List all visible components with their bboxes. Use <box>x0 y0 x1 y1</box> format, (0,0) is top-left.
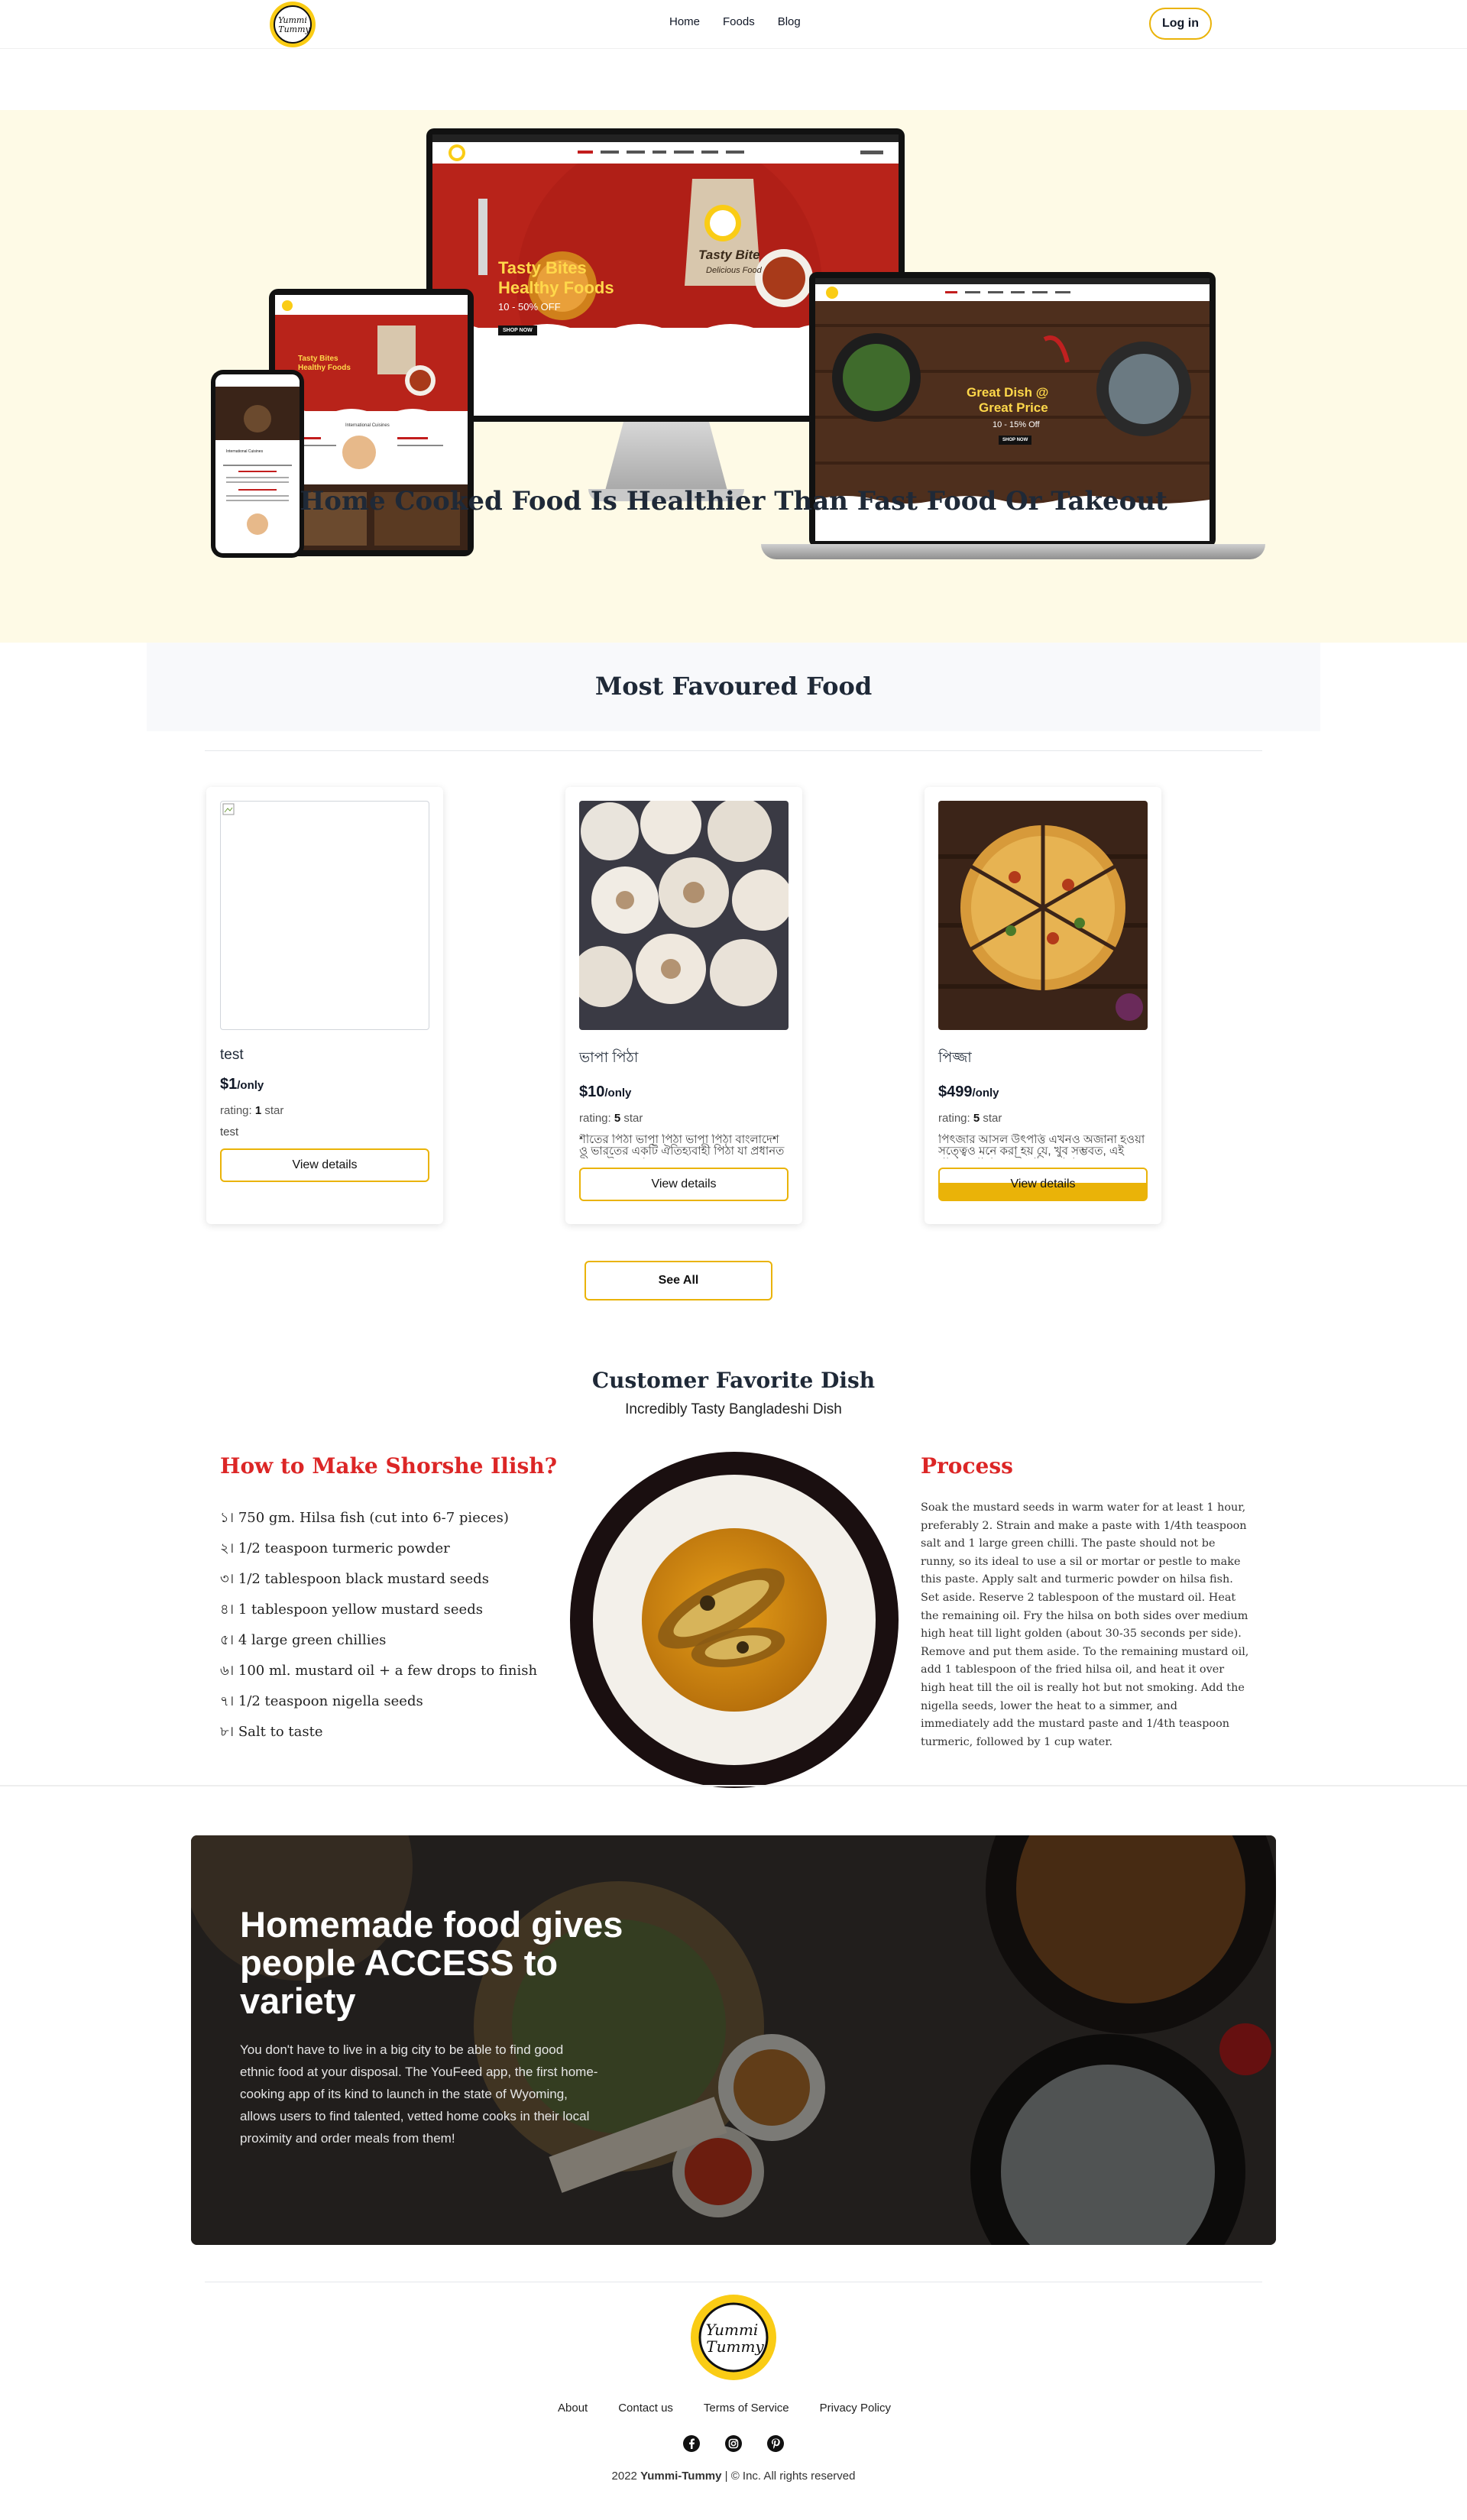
recipe-title: How to Make Shorshe Ilish? <box>220 1453 558 1479</box>
food-rating: rating: 5 star <box>579 1112 643 1125</box>
footer-logo-text-1: Yummi <box>706 2321 759 2339</box>
food-image-broken <box>220 801 429 1030</box>
ingredient-list: ১। 750 gm. Hilsa fish (cut into 6-7 piec… <box>220 1507 537 1751</box>
login-button[interactable]: Log in <box>1149 8 1212 40</box>
phone-section: International Cuisines <box>226 449 264 454</box>
copyright: 2022 Yummi-Tummy | © Inc. All rights res… <box>611 2470 856 2483</box>
ingredient-item: ৮। Salt to taste <box>220 1724 323 1740</box>
banner-text: You don't have to live in a big city to … <box>240 2042 598 2146</box>
facebook-icon[interactable] <box>678 2431 704 2457</box>
food-description: test <box>220 1126 239 1138</box>
laptop-cta: SHOP NOW <box>999 436 1032 445</box>
food-description: পিৎজার আসল উৎপত্তি এখনও অজানা হওয়া সত্ত… <box>938 1134 1145 1158</box>
food-card: ভাপা পিঠা $10/only rating: 5 star শীতের … <box>565 787 802 1224</box>
tablet-section: International Cuisines <box>345 423 390 428</box>
view-details-button[interactable]: View details <box>220 1148 429 1182</box>
monitor-offer: 10 - 50% OFF <box>498 301 561 313</box>
process-text: Soak the mustard seeds in warm water for… <box>921 1501 1249 1748</box>
bag-text-2: Delicious Food <box>706 266 762 275</box>
customer-favorite-title: Customer Favorite Dish <box>591 1368 876 1393</box>
footer-link-privacy[interactable]: Privacy Policy <box>820 2402 891 2415</box>
pinterest-icon[interactable] <box>763 2431 789 2457</box>
tablet-headline-2: Healthy Foods <box>298 364 351 372</box>
food-card: পিজ্জা $499/only rating: 5 star পিৎজার আ… <box>925 787 1161 1224</box>
most-favoured-header: Most Favoured Food <box>147 643 1320 731</box>
food-description: শীতের পিঠা ভাপা পিঠা ভাপা পিঠা বাংলাদেশ … <box>579 1134 785 1158</box>
view-details-button[interactable]: View details <box>938 1168 1148 1201</box>
ingredient-item: ৬। 100 ml. mustard oil + a few drops to … <box>220 1663 538 1679</box>
food-price: $1/only <box>220 1076 264 1093</box>
food-name: পিজ্জা <box>938 1050 972 1066</box>
main-nav: Home Foods Blog <box>669 15 801 28</box>
laptop-headline-1: Great Dish @ <box>967 385 1049 400</box>
food-name: ভাপা পিঠা <box>579 1050 639 1066</box>
footer-nav: About Contact us Terms of Service Privac… <box>558 2402 891 2415</box>
nav-foods[interactable]: Foods <box>723 15 755 28</box>
monitor-headline-2: Healthy Foods <box>498 278 614 297</box>
food-price: $10/only <box>579 1083 632 1100</box>
nav-home[interactable]: Home <box>669 15 700 28</box>
monitor-stand <box>605 422 727 491</box>
ingredient-item: ৭। 1/2 teaspoon nigella seeds <box>220 1693 423 1709</box>
footer-logo[interactable]: Yummi Tummy <box>689 2294 778 2381</box>
footer-link-about[interactable]: About <box>558 2402 588 2415</box>
monitor-cta: SHOP NOW <box>498 326 537 335</box>
logo[interactable]: Yummi Tummy <box>267 0 318 49</box>
view-details-button[interactable]: View details <box>579 1168 789 1201</box>
ingredient-item: ৪। 1 tablespoon yellow mustard seeds <box>220 1602 483 1618</box>
laptop-headline-2: Great Price <box>979 400 1048 415</box>
most-favoured-title: Most Favoured Food <box>594 672 873 701</box>
shorshe-ilish-dish-image <box>570 1452 899 1788</box>
instagram-icon[interactable] <box>721 2431 746 2457</box>
food-rating: rating: 5 star <box>938 1112 1002 1125</box>
mockup-navbar <box>432 134 899 164</box>
homemade-food-banner: Homemade food gives people ACCESS to var… <box>191 1835 1276 2245</box>
section-divider <box>205 750 1262 751</box>
ingredient-item: ৫। 4 large green chillies <box>220 1632 387 1648</box>
footer-link-contact[interactable]: Contact us <box>618 2402 673 2415</box>
hero-title: Home Cooked Food Is Healthier Than Fast … <box>300 486 1167 517</box>
food-name: test <box>220 1047 244 1063</box>
footer-logo-text-2: Tummy <box>706 2337 764 2356</box>
laptop-offer: 10 - 15% Off <box>993 420 1040 429</box>
customer-favorite-subtitle: Incredibly Tasty Bangladeshi Dish <box>625 1401 842 1417</box>
site-header: Yummi Tummy Home Foods Blog Log in <box>0 0 1467 49</box>
logo-text-2: Tummy <box>278 24 310 34</box>
broken-image-icon <box>222 803 235 815</box>
monitor-headline-1: Tasty Bites <box>498 258 587 277</box>
bag-text-1: Tasty Bite <box>698 248 760 262</box>
food-image-pizza <box>938 801 1148 1030</box>
ingredient-item: ২। 1/2 teaspoon turmeric powder <box>220 1540 450 1556</box>
food-card: test $1/only rating: 1 star test View de… <box>206 787 443 1224</box>
food-rating: rating: 1 star <box>220 1104 284 1117</box>
hero-phone-mockup: International Cuisines <box>211 370 304 558</box>
ingredient-item: ১। 750 gm. Hilsa fish (cut into 6-7 piec… <box>220 1510 509 1526</box>
banner-title: Homemade food gives people ACCESS to var… <box>240 1904 623 2021</box>
tablet-headline-1: Tasty Bites <box>298 355 338 363</box>
see-all-button[interactable]: See All <box>585 1261 772 1300</box>
section-divider <box>0 1785 1467 1786</box>
laptop-base <box>761 544 1265 559</box>
ingredient-item: ৩। 1/2 tablespoon black mustard seeds <box>220 1571 489 1587</box>
food-image-bhapa-pitha <box>579 801 789 1030</box>
footer-link-terms[interactable]: Terms of Service <box>704 2402 789 2415</box>
nav-blog[interactable]: Blog <box>778 15 801 28</box>
food-price: $499/only <box>938 1083 999 1100</box>
process-title: Process <box>921 1453 1013 1479</box>
